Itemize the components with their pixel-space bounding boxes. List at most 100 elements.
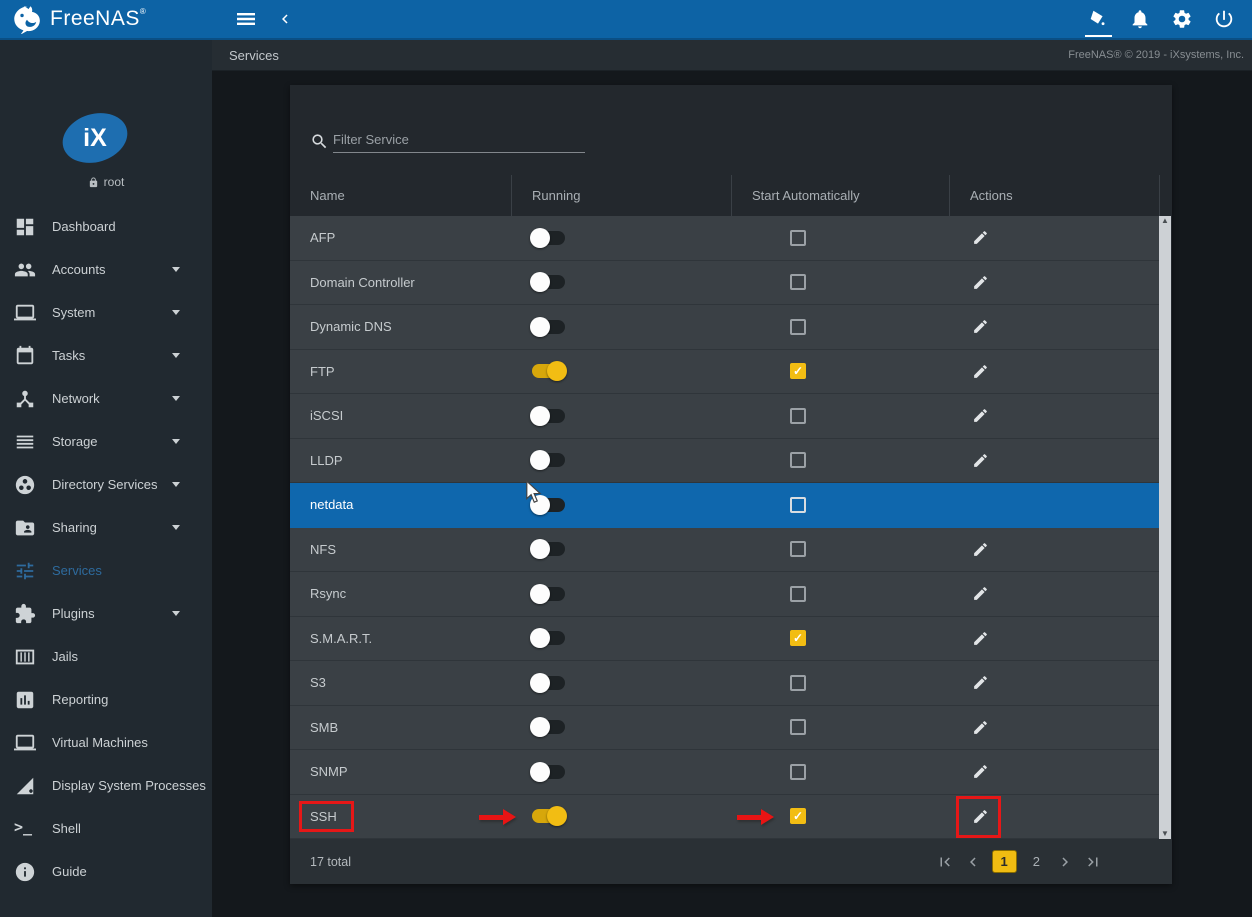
edit-pencil-icon[interactable] bbox=[972, 363, 989, 380]
filter-service-input[interactable] bbox=[333, 127, 585, 153]
scroll-down-icon[interactable]: ▼ bbox=[1161, 829, 1169, 839]
page-prev-icon[interactable] bbox=[964, 853, 982, 871]
sidebar-item-display-system-processes[interactable]: Display System Processes bbox=[0, 764, 212, 807]
running-toggle[interactable] bbox=[530, 272, 568, 292]
vertical-scrollbar[interactable]: ▲ ▼ bbox=[1159, 216, 1171, 839]
column-header-running[interactable]: Running bbox=[512, 175, 732, 216]
page-number-2[interactable]: 2 bbox=[1027, 854, 1046, 869]
table-row-nfs[interactable]: NFS bbox=[290, 528, 1160, 573]
column-header-actions[interactable]: Actions bbox=[950, 175, 1160, 216]
table-row-ftp[interactable]: FTP✓ bbox=[290, 350, 1160, 395]
total-count: 17 total bbox=[290, 855, 351, 869]
running-toggle[interactable] bbox=[530, 673, 568, 693]
running-toggle[interactable] bbox=[530, 317, 568, 337]
start-automatically-checkbox[interactable] bbox=[790, 408, 806, 424]
power-icon[interactable] bbox=[1213, 8, 1237, 32]
table-row-netdata[interactable]: netdata bbox=[290, 483, 1160, 528]
edit-pencil-icon[interactable] bbox=[972, 318, 989, 335]
start-automatically-checkbox[interactable]: ✓ bbox=[790, 808, 806, 824]
scroll-up-icon[interactable]: ▲ bbox=[1161, 216, 1169, 226]
start-automatically-checkbox[interactable] bbox=[790, 497, 806, 513]
start-automatically-checkbox[interactable] bbox=[790, 764, 806, 780]
start-automatically-checkbox[interactable] bbox=[790, 274, 806, 290]
sidebar-item-tasks[interactable]: Tasks bbox=[0, 334, 212, 377]
edit-pencil-icon[interactable] bbox=[972, 719, 989, 736]
sidebar-item-shell[interactable]: >_Shell bbox=[0, 807, 212, 850]
sidebar-item-services[interactable]: Services bbox=[0, 549, 212, 592]
running-toggle[interactable] bbox=[530, 539, 568, 559]
running-toggle[interactable] bbox=[530, 762, 568, 782]
edit-pencil-icon[interactable] bbox=[972, 585, 989, 602]
chevron-down-icon bbox=[172, 439, 180, 444]
column-header-start-automatically[interactable]: Start Automatically bbox=[732, 175, 950, 216]
notifications-bell-icon[interactable] bbox=[1129, 8, 1153, 32]
sidebar-item-reporting[interactable]: Reporting bbox=[0, 678, 212, 721]
running-toggle[interactable] bbox=[530, 361, 568, 381]
edit-pencil-icon[interactable] bbox=[972, 630, 989, 647]
edit-pencil-icon[interactable] bbox=[972, 763, 989, 780]
table-row-s3[interactable]: S3 bbox=[290, 661, 1160, 706]
sidebar-item-guide[interactable]: Guide bbox=[0, 850, 212, 893]
table-row-s-m-a-r-t-[interactable]: S.M.A.R.T.✓ bbox=[290, 617, 1160, 662]
guide-icon bbox=[14, 861, 36, 883]
table-row-dynamic-dns[interactable]: Dynamic DNS bbox=[290, 305, 1160, 350]
edit-pencil-icon[interactable] bbox=[972, 229, 989, 246]
edit-pencil-icon[interactable] bbox=[972, 674, 989, 691]
running-toggle[interactable] bbox=[530, 450, 568, 470]
edit-pencil-icon[interactable] bbox=[972, 274, 989, 291]
running-toggle[interactable] bbox=[530, 406, 568, 426]
sidebar-item-plugins[interactable]: Plugins bbox=[0, 592, 212, 635]
start-automatically-checkbox[interactable]: ✓ bbox=[790, 630, 806, 646]
menu-icon[interactable] bbox=[234, 7, 258, 31]
table-row-lldp[interactable]: LLDP bbox=[290, 439, 1160, 484]
edit-pencil-icon[interactable] bbox=[972, 452, 989, 469]
display-system-processes-icon bbox=[14, 775, 36, 797]
start-automatically-checkbox[interactable]: ✓ bbox=[790, 363, 806, 379]
sidebar-item-system[interactable]: System bbox=[0, 291, 212, 334]
table-row-smb[interactable]: SMB bbox=[290, 706, 1160, 751]
shell-icon: >_ bbox=[14, 818, 36, 840]
running-toggle[interactable] bbox=[530, 806, 568, 826]
table-row-ssh[interactable]: SSH✓ bbox=[290, 795, 1160, 840]
column-header-name[interactable]: Name bbox=[290, 175, 512, 216]
sidebar-item-virtual-machines[interactable]: Virtual Machines bbox=[0, 721, 212, 764]
sidebar-item-network[interactable]: Network bbox=[0, 377, 212, 420]
page-first-icon[interactable] bbox=[936, 853, 954, 871]
table-row-domain-controller[interactable]: Domain Controller bbox=[290, 261, 1160, 306]
running-toggle[interactable] bbox=[530, 495, 568, 515]
top-app-bar: FreeNAS® bbox=[0, 0, 1252, 40]
table-row-afp[interactable]: AFP bbox=[290, 216, 1160, 261]
sidebar-item-directory-services[interactable]: Directory Services bbox=[0, 463, 212, 506]
start-automatically-checkbox[interactable] bbox=[790, 675, 806, 691]
page-number-1[interactable]: 1 bbox=[992, 850, 1017, 873]
start-automatically-checkbox[interactable] bbox=[790, 452, 806, 468]
start-automatically-checkbox[interactable] bbox=[790, 719, 806, 735]
chevron-down-icon bbox=[172, 525, 180, 530]
sidebar-item-jails[interactable]: Jails bbox=[0, 635, 212, 678]
sidebar-item-sharing[interactable]: Sharing bbox=[0, 506, 212, 549]
sidebar-item-accounts[interactable]: Accounts bbox=[0, 248, 212, 291]
start-automatically-checkbox[interactable] bbox=[790, 541, 806, 557]
collapse-sidebar-icon[interactable] bbox=[276, 7, 294, 31]
running-toggle[interactable] bbox=[530, 717, 568, 737]
sidebar-menu: DashboardAccounts System TasksNetworkStora… bbox=[0, 205, 212, 893]
theme-ink-icon[interactable] bbox=[1087, 8, 1111, 32]
edit-pencil-icon[interactable] bbox=[972, 808, 989, 825]
start-automatically-checkbox[interactable] bbox=[790, 586, 806, 602]
settings-gear-icon[interactable] bbox=[1171, 8, 1195, 32]
table-row-iscsi[interactable]: iSCSI bbox=[290, 394, 1160, 439]
sidebar-item-storage[interactable]: Storage bbox=[0, 420, 212, 463]
running-toggle[interactable] bbox=[530, 584, 568, 604]
start-automatically-checkbox[interactable] bbox=[790, 319, 806, 335]
sidebar-item-label: System bbox=[36, 305, 95, 320]
page-next-icon[interactable] bbox=[1056, 853, 1074, 871]
running-toggle[interactable] bbox=[530, 628, 568, 648]
edit-pencil-icon[interactable] bbox=[972, 407, 989, 424]
running-toggle[interactable] bbox=[530, 228, 568, 248]
table-row-rsync[interactable]: Rsync bbox=[290, 572, 1160, 617]
sidebar-item-dashboard[interactable]: Dashboard bbox=[0, 205, 212, 248]
start-automatically-checkbox[interactable] bbox=[790, 230, 806, 246]
edit-pencil-icon[interactable] bbox=[972, 541, 989, 558]
table-row-snmp[interactable]: SNMP bbox=[290, 750, 1160, 795]
page-last-icon[interactable] bbox=[1084, 853, 1102, 871]
